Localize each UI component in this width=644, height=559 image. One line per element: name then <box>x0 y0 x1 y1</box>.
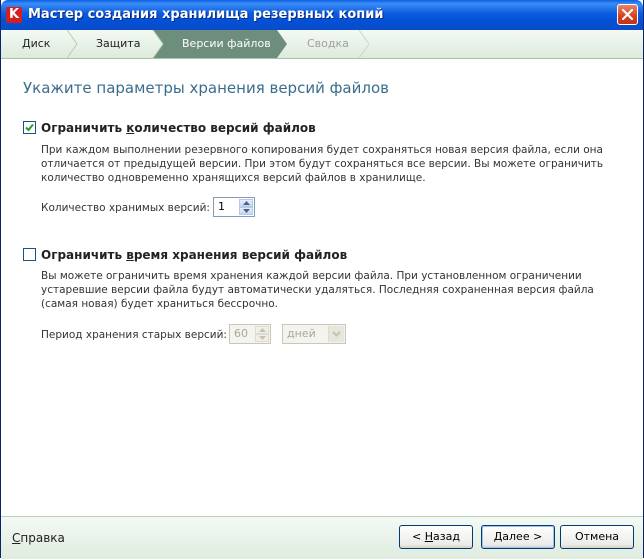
next-button[interactable]: Далее > <box>481 525 555 549</box>
content-panel: Укажите параметры хранения версий файлов… <box>1 59 643 516</box>
close-button[interactable] <box>617 4 638 25</box>
page-heading: Укажите параметры хранения версий файлов <box>23 79 389 97</box>
spin-up-button-disabled <box>255 326 269 334</box>
arrow-down-icon <box>243 209 250 213</box>
limit-count-description: При каждом выполнении резервного копиров… <box>41 144 604 184</box>
step-protection[interactable]: Защита <box>96 30 140 58</box>
limit-time-checkbox[interactable] <box>23 248 36 261</box>
arrow-up-icon <box>243 201 250 205</box>
versions-count-stepper[interactable]: 1 <box>213 197 255 217</box>
wizard-window: K Мастер создания хранилища резервных ко… <box>0 0 644 559</box>
limit-count-label[interactable]: Ограничить количество версий файлов <box>41 120 316 136</box>
spin-down-button-disabled <box>255 334 269 342</box>
window-title: Мастер создания хранилища резервных копи… <box>28 7 384 22</box>
retention-period-label: Период хранения старых версий: <box>41 329 227 341</box>
step-disk[interactable]: Диск <box>22 30 50 58</box>
checkmark-icon <box>25 123 34 132</box>
cancel-button[interactable]: Отмена <box>560 525 634 549</box>
spin-up-button[interactable] <box>239 199 253 207</box>
limit-time-description: Вы можете ограничить время хранения кажд… <box>41 270 594 310</box>
retention-period-value: 60 <box>234 327 248 340</box>
retention-unit-select: дней <box>282 324 346 344</box>
back-button[interactable]: < Назад <box>399 525 473 549</box>
retention-period-stepper: 60 <box>229 324 271 344</box>
arrow-up-icon <box>259 328 266 332</box>
title-bar[interactable]: K Мастер создания хранилища резервных ко… <box>1 0 643 30</box>
limit-count-checkbox[interactable] <box>23 121 36 134</box>
step-summary: Сводка <box>307 37 349 50</box>
kaspersky-k-icon: K <box>6 7 22 23</box>
arrow-down-icon <box>259 336 266 340</box>
spin-down-button[interactable] <box>239 207 253 215</box>
wizard-footer: Справка < Назад Далее > Отмена <box>1 516 643 559</box>
versions-count-label: Количество хранимых версий: <box>41 202 210 214</box>
step-file-versions[interactable]: Версии файлов <box>182 30 271 58</box>
wizard-steps: Диск Защита Версии файлов Сводка <box>1 30 643 59</box>
limit-time-label[interactable]: Ограничить время хранения версий файлов <box>41 247 347 263</box>
dropdown-button <box>328 326 344 342</box>
versions-count-value[interactable]: 1 <box>218 200 225 214</box>
chevron-down-icon <box>332 331 341 337</box>
close-icon <box>622 9 633 20</box>
retention-unit-value: дней <box>287 327 316 340</box>
help-link[interactable]: Справка <box>12 530 65 546</box>
